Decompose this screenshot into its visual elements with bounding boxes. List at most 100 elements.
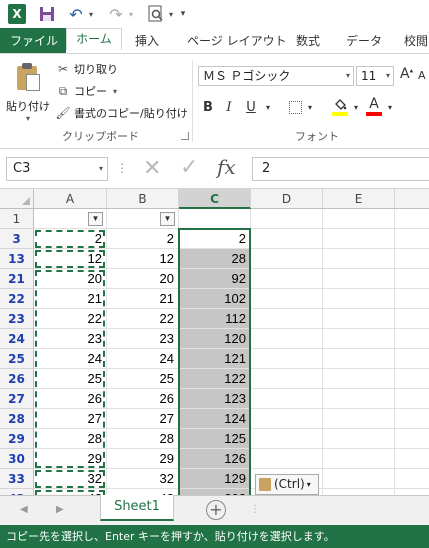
- row-header-21[interactable]: 21: [0, 269, 34, 289]
- cell-empty[interactable]: [395, 329, 429, 349]
- cell-empty[interactable]: [251, 449, 323, 469]
- copy-button[interactable]: ⧉ コピー ▾: [56, 82, 117, 100]
- add-sheet-button[interactable]: +: [206, 500, 226, 520]
- cell-a22[interactable]: 21: [34, 289, 107, 309]
- row-header-26[interactable]: 26: [0, 369, 34, 389]
- customize-qat-icon[interactable]: ▾: [178, 4, 188, 24]
- filter-dropdown-icon[interactable]: ▼: [160, 212, 175, 226]
- header-cell[interactable]: [179, 209, 251, 229]
- paste-dropdown-icon[interactable]: ▾: [6, 114, 50, 123]
- cell-c27[interactable]: 123: [179, 389, 251, 409]
- cell-empty[interactable]: [251, 349, 323, 369]
- column-header-e[interactable]: E: [323, 189, 395, 209]
- cell-empty[interactable]: [395, 409, 429, 429]
- name-box[interactable]: C3 ▾: [6, 157, 108, 181]
- shrink-font-button[interactable]: A: [418, 69, 426, 82]
- filter-active-icon[interactable]: ▼: [88, 212, 103, 226]
- preview-dropdown-icon[interactable]: ▾: [166, 4, 176, 24]
- font-color-button[interactable]: A: [364, 96, 384, 118]
- redo-dropdown-icon[interactable]: ▾: [126, 4, 136, 24]
- cell-empty[interactable]: [323, 249, 395, 269]
- row-header-30[interactable]: 30: [0, 449, 34, 469]
- fill-color-dropdown-icon[interactable]: ▾: [352, 96, 360, 118]
- cell-empty[interactable]: [251, 429, 323, 449]
- cell-empty[interactable]: [323, 329, 395, 349]
- cell-empty[interactable]: [251, 389, 323, 409]
- cell-c24[interactable]: 120: [179, 329, 251, 349]
- font-color-dropdown-icon[interactable]: ▾: [386, 96, 394, 118]
- font-size-dropdown-icon[interactable]: ▾: [386, 67, 390, 85]
- cell-empty[interactable]: [395, 229, 429, 249]
- clipboard-launcher-icon[interactable]: [181, 132, 189, 140]
- sheet-tab-sheet1[interactable]: Sheet1: [100, 495, 174, 521]
- cell-empty[interactable]: [251, 229, 323, 249]
- tab-formulas[interactable]: 数式: [296, 31, 320, 53]
- cell-a3[interactable]: 2: [34, 229, 107, 249]
- paste-button[interactable]: 貼り付け ▾: [6, 60, 50, 126]
- grow-font-button[interactable]: A▴: [400, 66, 413, 82]
- cell-a26[interactable]: 25: [34, 369, 107, 389]
- tab-review[interactable]: 校閲: [404, 31, 428, 53]
- font-size-select[interactable]: 11 ▾: [356, 66, 394, 86]
- undo-icon[interactable]: ↶: [68, 4, 84, 24]
- header-cell[interactable]: [323, 209, 395, 229]
- cell-b27[interactable]: 26: [107, 389, 179, 409]
- cell-c28[interactable]: 124: [179, 409, 251, 429]
- cell-empty[interactable]: [323, 349, 395, 369]
- row-header-27[interactable]: 27: [0, 389, 34, 409]
- font-name-select[interactable]: ＭＳ Ｐゴシック ▾: [198, 66, 354, 86]
- cell-b3[interactable]: 2: [107, 229, 179, 249]
- name-box-dropdown-icon[interactable]: ▾: [99, 158, 103, 180]
- row-header-25[interactable]: 25: [0, 349, 34, 369]
- cell-a28[interactable]: 27: [34, 409, 107, 429]
- header-cell[interactable]: ▼: [107, 209, 179, 229]
- cell-b30[interactable]: 29: [107, 449, 179, 469]
- row-header-33[interactable]: 33: [0, 469, 34, 489]
- borders-dropdown-icon[interactable]: ▾: [306, 96, 314, 118]
- row-header-28[interactable]: 28: [0, 409, 34, 429]
- print-preview-icon[interactable]: [148, 4, 164, 24]
- cell-a21[interactable]: 20: [34, 269, 107, 289]
- cell-b28[interactable]: 27: [107, 409, 179, 429]
- cell-empty[interactable]: [251, 249, 323, 269]
- cell-empty[interactable]: [323, 289, 395, 309]
- undo-dropdown-icon[interactable]: ▾: [86, 4, 96, 24]
- cell-empty[interactable]: [323, 269, 395, 289]
- cell-empty[interactable]: [323, 469, 395, 489]
- cell-b26[interactable]: 25: [107, 369, 179, 389]
- cell-empty[interactable]: [395, 389, 429, 409]
- tab-file[interactable]: ファイル: [10, 31, 58, 53]
- cell-b24[interactable]: 23: [107, 329, 179, 349]
- paste-options-button[interactable]: (Ctrl) ▾: [255, 474, 319, 495]
- copy-dropdown-icon[interactable]: ▾: [113, 87, 117, 96]
- underline-dropdown-icon[interactable]: ▾: [264, 96, 272, 118]
- enter-icon[interactable]: ✓: [180, 155, 198, 180]
- next-sheet-icon[interactable]: ▶: [56, 504, 64, 515]
- cell-empty[interactable]: [251, 409, 323, 429]
- column-header-f[interactable]: [395, 189, 429, 209]
- cell-c3[interactable]: 2: [179, 229, 251, 249]
- row-header-22[interactable]: 22: [0, 289, 34, 309]
- italic-button[interactable]: I: [222, 96, 236, 118]
- cell-a13[interactable]: 12: [34, 249, 107, 269]
- cell-empty[interactable]: [251, 329, 323, 349]
- column-header-a[interactable]: A: [34, 189, 107, 209]
- cell-c23[interactable]: 112: [179, 309, 251, 329]
- cell-empty[interactable]: [323, 309, 395, 329]
- cell-a33[interactable]: 32: [34, 469, 107, 489]
- cell-b23[interactable]: 22: [107, 309, 179, 329]
- borders-button[interactable]: [286, 96, 304, 118]
- cell-empty[interactable]: [323, 369, 395, 389]
- cell-c29[interactable]: 125: [179, 429, 251, 449]
- cell-a29[interactable]: 28: [34, 429, 107, 449]
- row-header-29[interactable]: 29: [0, 429, 34, 449]
- row-header-3[interactable]: 3: [0, 229, 34, 249]
- bold-button[interactable]: B: [200, 96, 216, 118]
- cell-a30[interactable]: 29: [34, 449, 107, 469]
- cell-empty[interactable]: [395, 309, 429, 329]
- row-header-24[interactable]: 24: [0, 329, 34, 349]
- row-header-23[interactable]: 23: [0, 309, 34, 329]
- tab-split-grip-icon[interactable]: ⋮: [250, 504, 260, 515]
- cancel-icon[interactable]: ✕: [143, 156, 161, 181]
- cell-empty[interactable]: [395, 369, 429, 389]
